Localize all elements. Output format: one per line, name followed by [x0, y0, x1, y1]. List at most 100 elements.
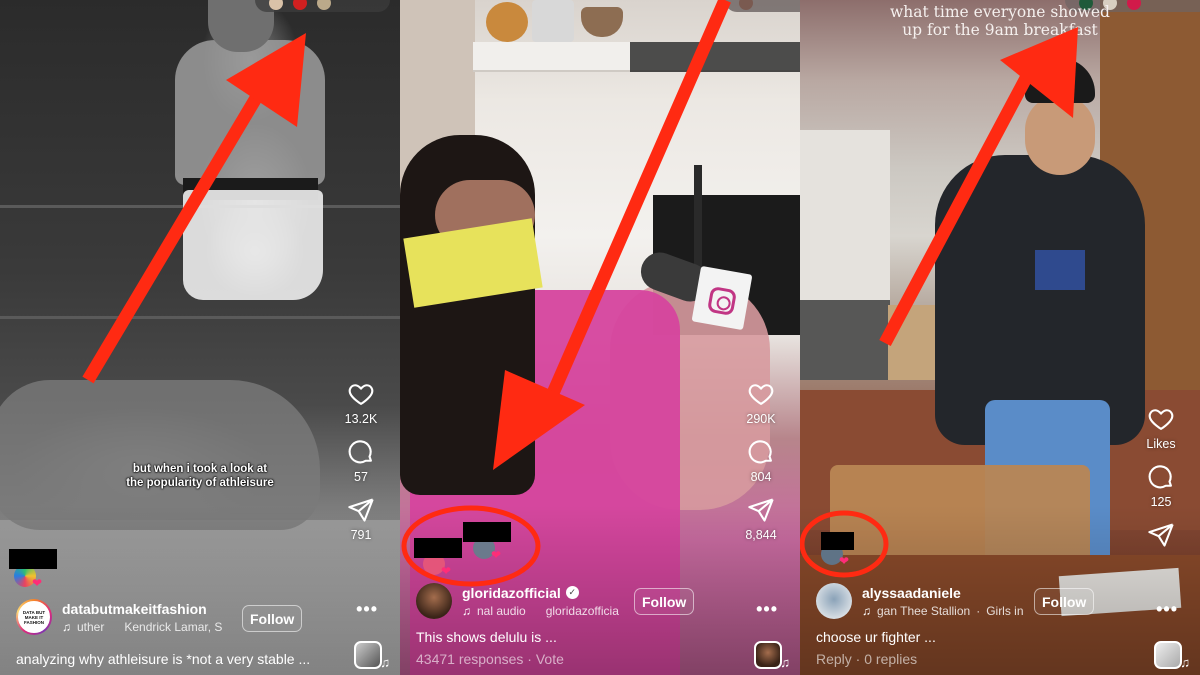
instagram-logo-icon: [706, 285, 738, 317]
heart-icon: ❤: [490, 548, 501, 562]
audio-link[interactable]: ♫ gan Thee Stallion · Girls in: [862, 604, 1024, 618]
audio-link[interactable]: ♫ uther Kendrick Lamar, S: [62, 620, 222, 634]
marble-vein: [630, 42, 800, 72]
person-beanie: [1025, 58, 1095, 103]
share-count: 791: [350, 528, 372, 542]
music-note-icon: ♫: [1180, 655, 1190, 670]
music-note-icon: ♫: [380, 655, 390, 670]
poll-responses[interactable]: 43471 responses · Vote: [416, 651, 564, 667]
video-caption: what time everyone showed up for the 9am…: [870, 3, 1130, 39]
audio-track: gan Thee Stallion: [877, 603, 971, 618]
reaction-avatar: [739, 0, 753, 10]
heart-icon: ❤: [440, 564, 451, 578]
heart-outline-icon: [748, 384, 774, 405]
like-button[interactable]: Likes: [1146, 405, 1176, 451]
paper-plane-icon: [1148, 523, 1174, 547]
reel-description[interactable]: choose ur fighter ...: [816, 629, 936, 645]
caption-line: but when i took a look at: [132, 463, 268, 475]
share-button[interactable]: 8,844: [745, 496, 777, 542]
dish-shelf: [800, 300, 890, 380]
share-button[interactable]: [1147, 521, 1175, 549]
more-options-button[interactable]: •••: [756, 600, 778, 618]
comment-button[interactable]: 57: [347, 438, 375, 484]
reply-line[interactable]: Reply · 0 replies: [816, 651, 917, 667]
paper-plane-icon: [748, 498, 774, 522]
reaction-avatar: [317, 0, 331, 10]
caption-line: what time everyone showed: [890, 3, 1110, 21]
creator-username[interactable]: gloridazofficial ✓: [462, 585, 619, 601]
follow-button[interactable]: Follow: [1034, 588, 1095, 615]
more-options-button[interactable]: •••: [1156, 600, 1178, 618]
like-count: Likes: [1146, 437, 1176, 451]
creator-avatar[interactable]: DATA BUT MAKE IT FASHION: [16, 599, 52, 635]
audio-artist: Girls in: [986, 603, 1024, 618]
boxer-torso: [175, 40, 325, 185]
reactions-pill[interactable]: [255, 0, 390, 12]
bowl: [581, 7, 623, 37]
boxer-shorts: [183, 190, 323, 300]
reaction-avatar: [269, 0, 283, 10]
username-text: databutmakeitfashion: [62, 600, 207, 617]
like-button[interactable]: 13.2K: [345, 380, 377, 426]
music-note-icon: ♫: [62, 619, 71, 634]
vase: [532, 0, 574, 42]
avatar-logo-text: DATA BUT MAKE IT FASHION: [18, 601, 50, 633]
caption-line: the popularity of athleisure: [126, 477, 274, 489]
username-text: alyssaadaniele: [862, 584, 961, 601]
creator-username[interactable]: alyssaadaniele: [862, 585, 1024, 601]
follow-button[interactable]: Follow: [634, 588, 695, 615]
like-button[interactable]: 290K: [746, 380, 776, 426]
speech-bubble-icon: [748, 440, 772, 464]
creator-username[interactable]: databutmakeitfashion: [62, 601, 222, 617]
person-face: [1025, 95, 1095, 175]
share-button[interactable]: 791: [347, 496, 375, 542]
username-text: gloridazofficial: [462, 584, 561, 601]
redaction-box: [463, 522, 511, 542]
more-options-button[interactable]: •••: [356, 600, 378, 618]
heart-icon: ❤: [838, 554, 849, 568]
verified-badge-icon: ✓: [565, 586, 579, 599]
reel-panel-3: what time everyone showed up for the 9am…: [800, 0, 1200, 675]
creator-row: gloridazofficial ✓ ♫ nal audio gloridazo…: [416, 583, 619, 619]
reel-panel-2: 290K 804 8,844 ❤ ❤ gloridazofficial ✓ ♫ …: [400, 0, 800, 675]
music-note-icon: ♫: [780, 655, 790, 670]
share-count: 8,844: [745, 528, 777, 542]
creator-avatar[interactable]: [816, 583, 852, 619]
audio-track: nal audio: [477, 603, 526, 618]
music-note-icon: ♫: [862, 603, 871, 618]
reaction-avatar: [293, 0, 307, 10]
creator-row: DATA BUT MAKE IT FASHION databutmakeitfa…: [16, 599, 222, 635]
comment-count: 57: [354, 470, 368, 484]
follow-button[interactable]: Follow: [242, 605, 303, 632]
reel-description[interactable]: This shows delulu is ...: [416, 629, 557, 645]
music-note-icon: ♫: [462, 603, 471, 618]
kitchen-wall: [800, 130, 890, 300]
comment-button[interactable]: 804: [747, 438, 775, 484]
audio-track: uther: [77, 619, 105, 634]
comment-button[interactable]: 125: [1147, 463, 1175, 509]
video-caption: but when i took a look at the popularity…: [100, 462, 300, 490]
speech-bubble-icon: [1148, 465, 1172, 489]
comment-count: 804: [750, 470, 772, 484]
reel-description[interactable]: analyzing why athleisure is *not a very …: [16, 651, 310, 667]
reel-panel-1: but when i took a look at the popularity…: [0, 0, 400, 675]
audio-thumbnail[interactable]: [1154, 641, 1182, 669]
redaction-box: [414, 538, 462, 558]
action-rail: 290K 804 8,844: [736, 380, 786, 542]
caption-line: up for the 9am breakfast: [902, 21, 1098, 39]
comment-count: 125: [1150, 495, 1172, 509]
speech-bubble-icon: [348, 440, 372, 464]
audio-artist: Kendrick Lamar, S: [124, 619, 223, 634]
paper-plane-icon: [348, 498, 374, 522]
redaction-box: [9, 549, 57, 569]
person-top: [1035, 250, 1085, 290]
audio-link[interactable]: ♫ nal audio gloridazofficia: [462, 604, 619, 618]
heart-icon: ❤: [31, 576, 42, 590]
redaction-box: [821, 532, 854, 550]
heart-outline-icon: [348, 384, 374, 405]
reactions-pill[interactable]: [725, 0, 800, 12]
audio-artist: gloridazofficia: [545, 603, 619, 618]
creator-avatar[interactable]: [416, 583, 452, 619]
audio-thumbnail[interactable]: [754, 641, 782, 669]
audio-thumbnail[interactable]: [354, 641, 382, 669]
